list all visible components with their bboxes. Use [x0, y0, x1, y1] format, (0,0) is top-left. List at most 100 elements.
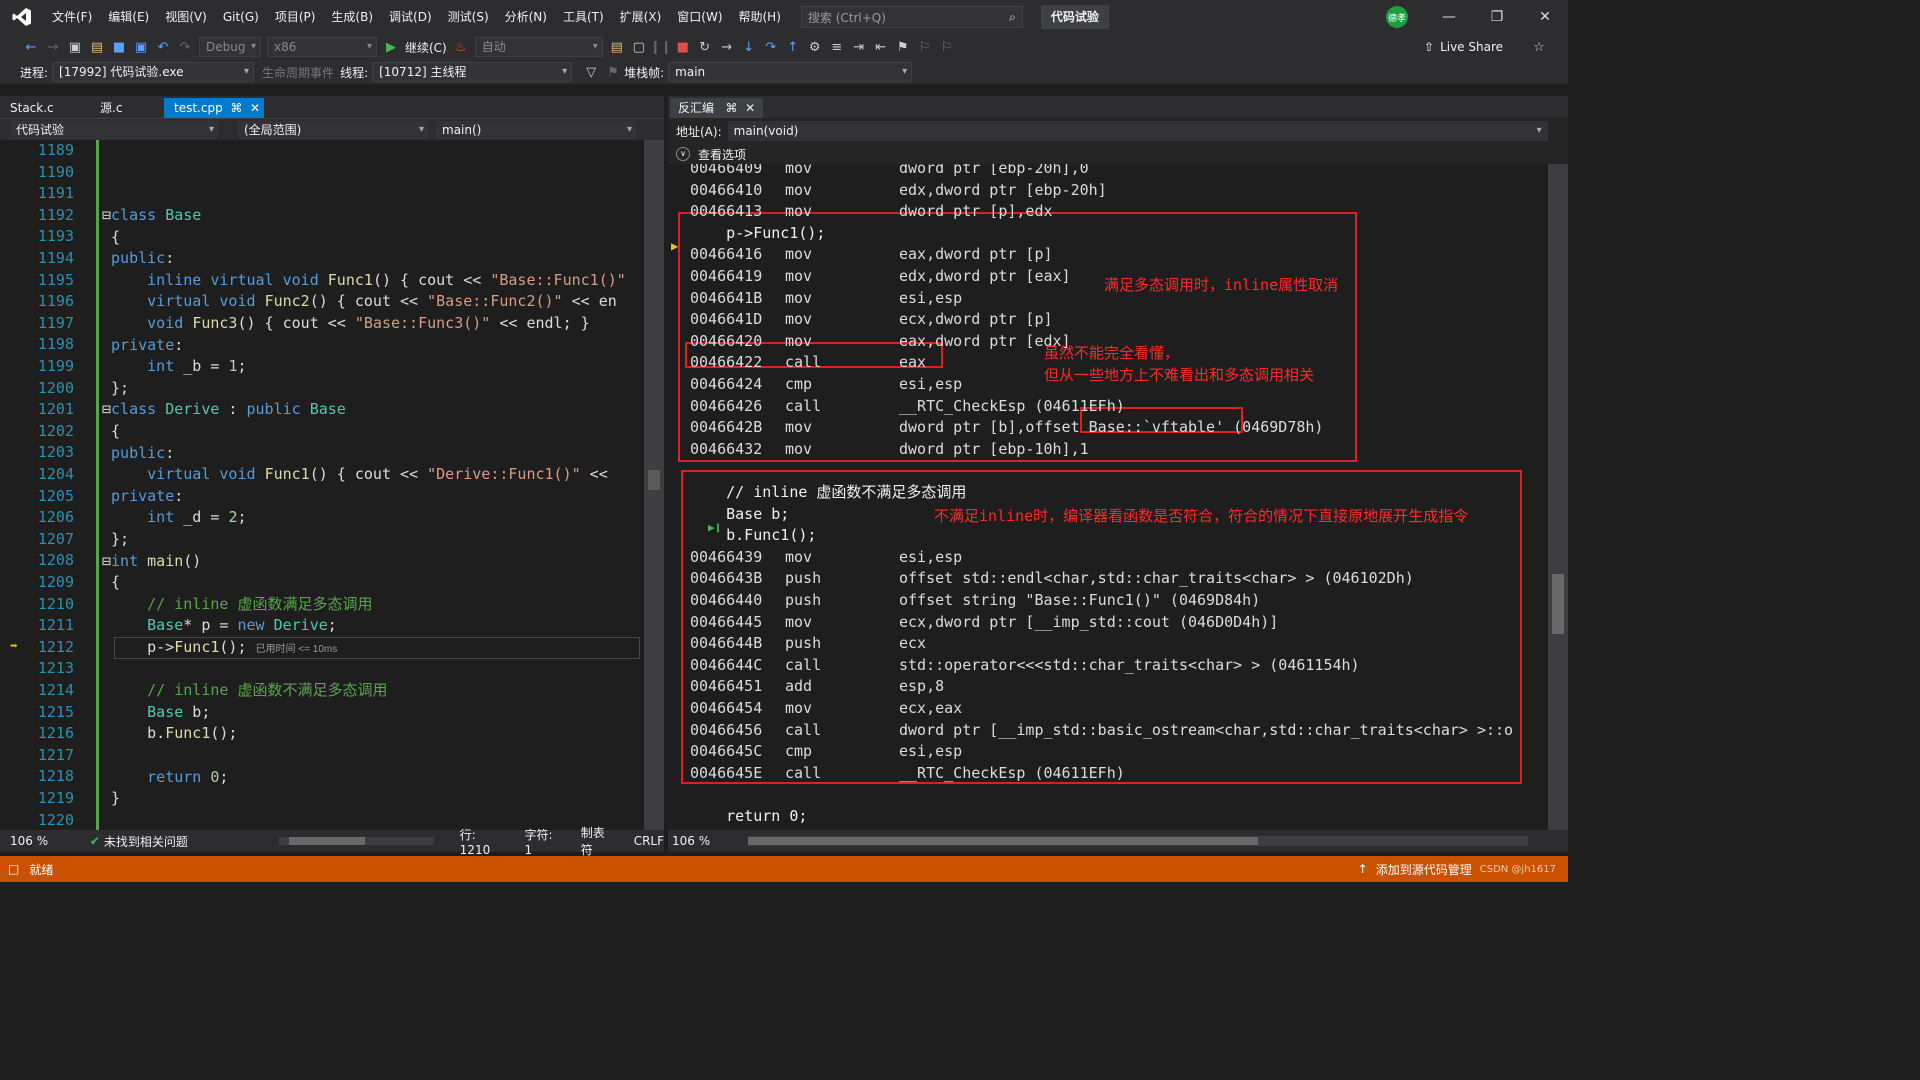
next-bookmark-icon[interactable]: ⚐ [936, 36, 958, 58]
menu-project[interactable]: 项目(P) [267, 0, 324, 34]
config-select[interactable]: Debug [199, 37, 261, 57]
menu-build[interactable]: 生成(B) [323, 0, 381, 34]
address-input[interactable]: main(void) [727, 121, 1548, 141]
close-icon[interactable]: ✕ [745, 101, 755, 115]
issues-label[interactable]: 未找到相关问题 [104, 833, 269, 850]
instruction-mnemonic: push [785, 591, 822, 609]
instruction-address: 00466426 [690, 396, 763, 415]
instruction-address: 00466409 [690, 164, 763, 177]
undo-icon[interactable]: ↶ [152, 36, 174, 58]
output-icon[interactable]: □ [8, 862, 19, 876]
char-position[interactable]: 字符: 1 [525, 826, 563, 857]
line-ending[interactable]: CRLF [634, 834, 664, 848]
tab-stack-c[interactable]: Stack.c [0, 98, 90, 118]
pause-icon[interactable]: ❙❙ [650, 36, 672, 58]
instruction-operands: eax,dword ptr [p] [899, 245, 1053, 264]
source-line: Base b; [690, 504, 790, 523]
nav-function-select[interactable]: main() [436, 120, 636, 139]
open-folder-icon[interactable]: ▤ [86, 36, 108, 58]
editor-vertical-scrollbar[interactable] [644, 140, 664, 830]
auto-select[interactable]: 自动 [474, 37, 603, 57]
stack-frame-select[interactable]: main [668, 62, 913, 82]
instruction-mnemonic: mov [785, 310, 813, 329]
forward-icon[interactable]: → [42, 36, 64, 58]
feedback-icon[interactable]: ☆ [1528, 36, 1550, 58]
stop-icon[interactable]: ■ [672, 36, 694, 58]
menu-window[interactable]: 窗口(W) [669, 0, 730, 34]
prev-bookmark-icon[interactable]: ⚐ [914, 36, 936, 58]
lifecycle-events-button[interactable]: 生命周期事件 [262, 64, 334, 81]
step-into-icon[interactable]: ↓ [738, 36, 760, 58]
continue-button[interactable]: 继续(C) [405, 39, 447, 56]
thread-select[interactable]: [10712] 主线程 [372, 62, 573, 82]
close-button[interactable]: ✕ [1522, 0, 1568, 34]
status-text: 就绪 [29, 862, 54, 877]
step-over-icon[interactable]: ↷ [760, 36, 782, 58]
menu-analyze[interactable]: 分析(N) [497, 0, 555, 34]
menu-test[interactable]: 测试(S) [440, 0, 497, 34]
menu-git[interactable]: Git(G) [215, 0, 267, 34]
watermark: CSDN @jh1617 [1479, 863, 1556, 875]
hot-reload-icon[interactable]: ♨ [450, 36, 472, 58]
avatar[interactable]: 德孝 [1386, 6, 1408, 28]
nav-scope-select[interactable]: (全局范围) [238, 120, 428, 139]
folder-icon[interactable]: ▤ [606, 36, 628, 58]
redo-icon[interactable]: ↷ [174, 36, 196, 58]
view-options[interactable]: ∨ 查看选项 [668, 144, 1568, 164]
bookmark-icon[interactable]: ⚑ [892, 36, 914, 58]
menu-help[interactable]: 帮助(H) [731, 0, 789, 34]
tab-test-cpp[interactable]: test.cpp ⌘ ✕ [164, 98, 264, 118]
thread-icon[interactable]: ≡ [826, 36, 848, 58]
pin-icon[interactable]: ⌘ [725, 101, 737, 115]
new-project-icon[interactable]: ▣ [64, 36, 86, 58]
menu-extensions[interactable]: 扩展(X) [612, 0, 670, 34]
restart-icon[interactable]: ↻ [694, 36, 716, 58]
pin-icon[interactable]: ⌘ [230, 101, 242, 115]
tab-label: 反汇编 [678, 101, 715, 115]
save-icon[interactable]: ■ [108, 36, 130, 58]
live-share-button[interactable]: ⇧ Live Share [1424, 34, 1503, 60]
continue-icon[interactable]: ▶ [380, 36, 402, 58]
step-out-icon[interactable]: ↑ [782, 36, 804, 58]
add-to-source-control-button[interactable]: 添加到源代码管理 [1376, 861, 1472, 878]
instruction-address: 00466440 [690, 591, 763, 609]
disassembly-text-area[interactable]: ▶ ▶❙ 满足多态调用时，inline属性取消 虽然不能完全看懂， 但从一些地方… [668, 164, 1548, 830]
process-select[interactable]: [17992] 代码试验.exe [52, 62, 255, 82]
menu-tools[interactable]: 工具(T) [555, 0, 612, 34]
minimize-button[interactable]: — [1426, 0, 1472, 34]
source-line: b.Func1(); [690, 526, 817, 545]
instruction-operands: esi,esp [899, 288, 963, 307]
screenshot-icon[interactable]: ▢ [628, 36, 650, 58]
code-line: Base* p = new Derive; [147, 616, 337, 635]
menu-file[interactable]: 文件(F) [44, 0, 100, 34]
close-icon[interactable]: ✕ [250, 101, 260, 115]
outdent-icon[interactable]: ⇤ [870, 36, 892, 58]
zoom-level[interactable]: 106 % [10, 834, 78, 848]
menu-edit[interactable]: 编辑(E) [100, 0, 157, 34]
zoom-level[interactable]: 106 % [672, 834, 710, 848]
filter-icon[interactable]: ▽ [580, 61, 602, 83]
code-text-area[interactable]: 1189 1190 1191 1192 1193 1194 1195 1196 1197 1198… [0, 140, 644, 830]
restore-button[interactable]: ❐ [1474, 0, 1520, 34]
tab-source-c[interactable]: 源.c [90, 98, 164, 118]
line-position[interactable]: 行: 1210 [460, 826, 509, 857]
nav-project-select[interactable]: 代码试验 [10, 120, 218, 139]
hex-display-icon[interactable]: ⚙ [804, 36, 826, 58]
disassembly-horizontal-scrollbar[interactable] [748, 836, 1528, 846]
upload-icon: ↑ [1357, 862, 1368, 876]
menu-view[interactable]: 视图(V) [157, 0, 215, 34]
show-next-statement-icon[interactable]: → [716, 36, 738, 58]
editor-horizontal-scrollbar[interactable] [278, 837, 434, 845]
back-icon[interactable]: ← [20, 36, 42, 58]
code-line: private: [111, 486, 184, 505]
platform-select[interactable]: x86 [267, 37, 377, 57]
search-input[interactable]: 搜索 (Ctrl+Q) ⌕ [800, 6, 1023, 28]
indent-icon[interactable]: ⇥ [848, 36, 870, 58]
disassembly-vertical-scrollbar[interactable] [1548, 164, 1568, 830]
flag-icon[interactable]: ⚑ [602, 61, 624, 83]
menu-debug[interactable]: 调试(D) [381, 0, 440, 34]
tab-disassembly[interactable]: 反汇编 ⌘ ✕ [670, 98, 764, 118]
tab-mode[interactable]: 制表符 [581, 824, 616, 858]
save-all-icon[interactable]: ▣ [130, 36, 152, 58]
instruction-mnemonic: push [785, 569, 822, 588]
